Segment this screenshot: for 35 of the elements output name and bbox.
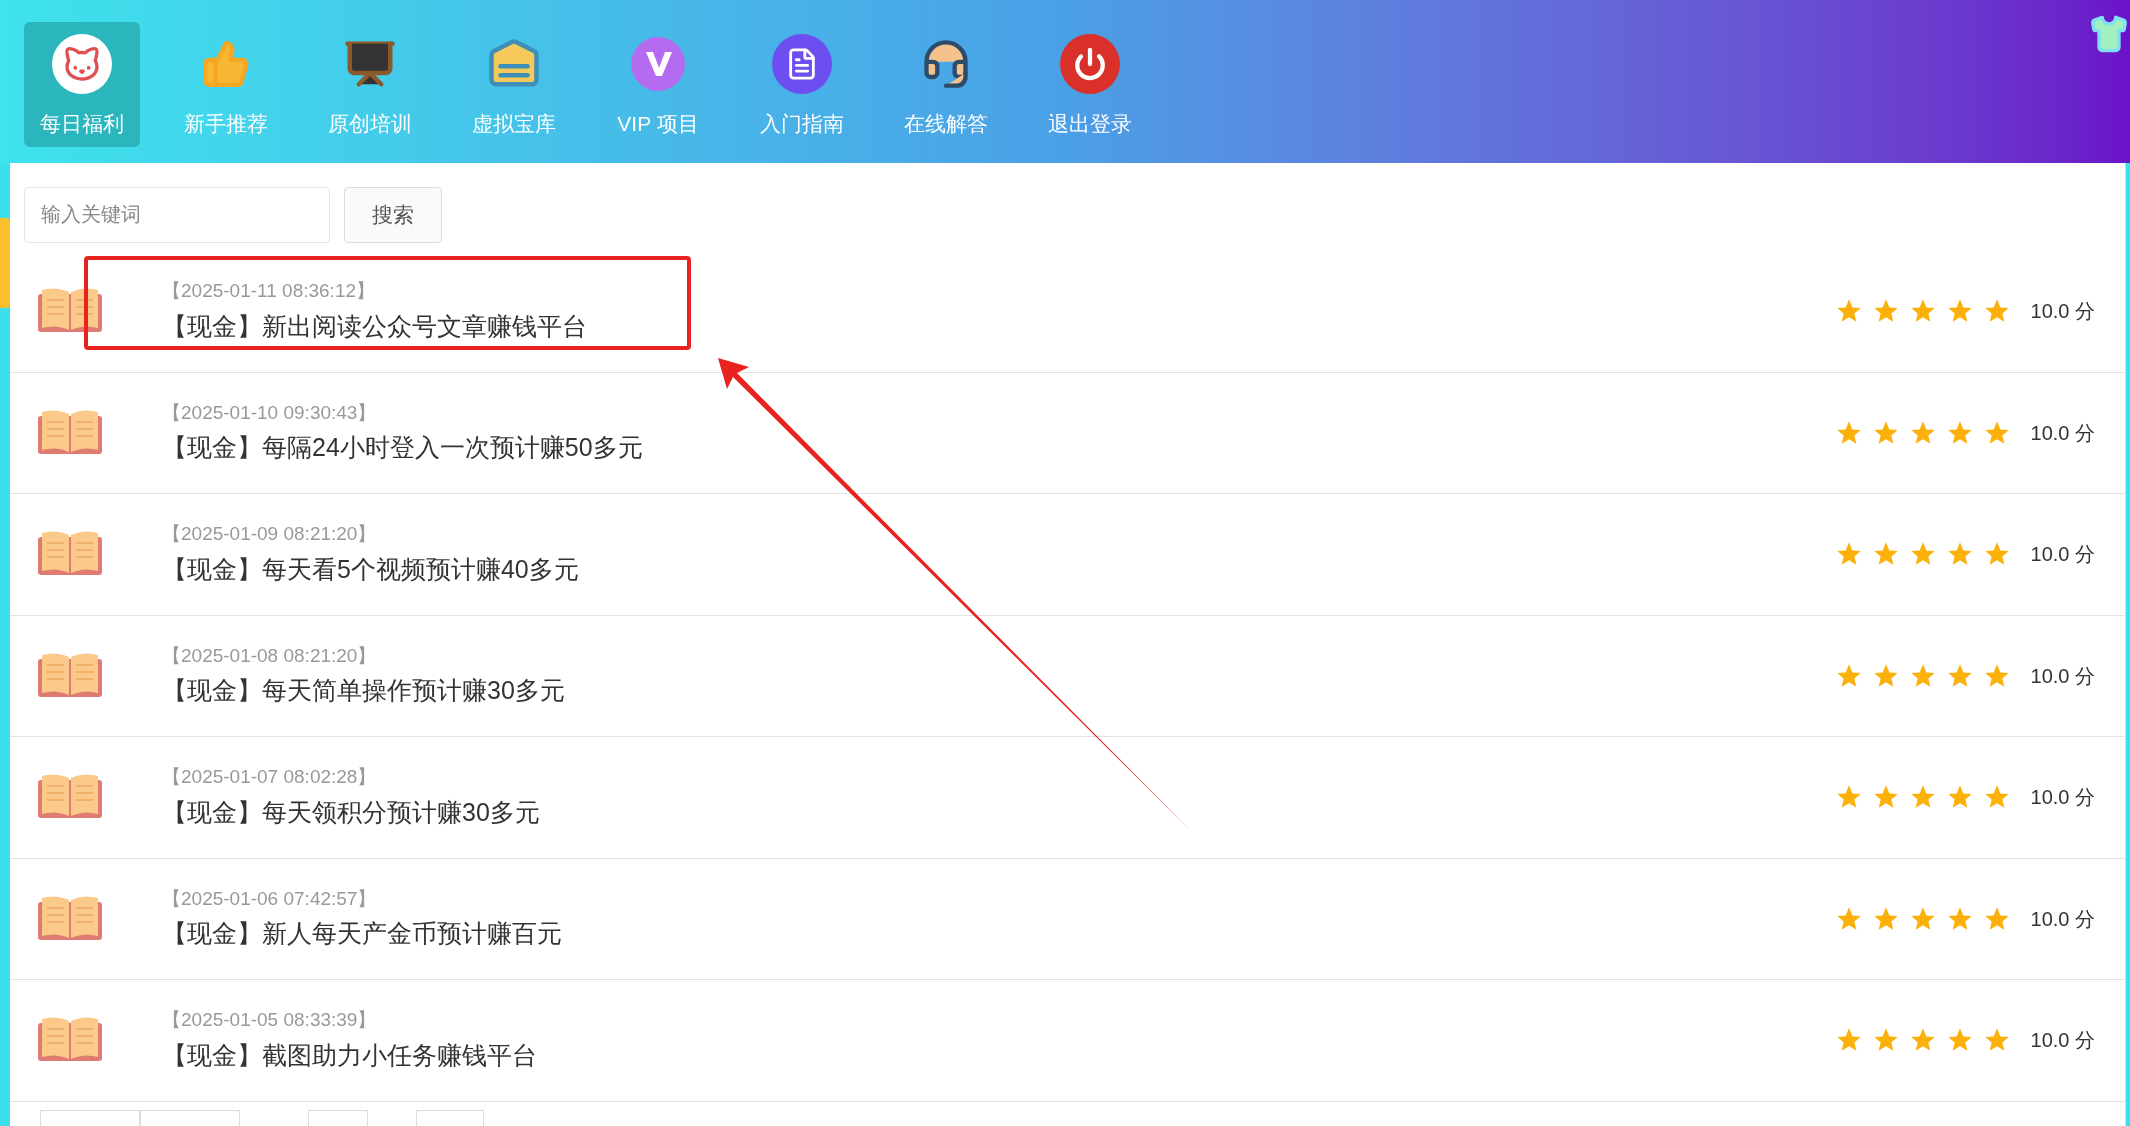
post-title[interactable]: 【现金】新出阅读公众号文章赚钱平台 bbox=[162, 307, 1835, 346]
post-title[interactable]: 【现金】新人每天产金币预计赚百元 bbox=[162, 915, 1835, 953]
score-text: 10.0 分 bbox=[2030, 299, 2095, 325]
score-text: 10.0 分 bbox=[2030, 906, 2095, 932]
post-date: 【2025-01-10 09:30:43】 bbox=[162, 400, 378, 425]
post-title[interactable]: 【现金】每天看5个视频预计赚40多元 bbox=[162, 550, 1835, 589]
post-date: 【2025-01-08 08:21:20】 bbox=[162, 643, 378, 668]
list-row[interactable]: 【2025-01-06 07:42:57】 【现金】新人每天产金币预计赚百元 10.0 分 bbox=[10, 858, 2125, 980]
document-icon bbox=[772, 34, 832, 94]
post-title[interactable]: 【现金】每天简单操作预计赚30多元 bbox=[162, 672, 1835, 710]
list-row[interactable]: 【2025-01-09 08:21:20】 【现金】每天看5个视频预计赚40多元 10.0 分 bbox=[10, 494, 2125, 616]
cat-icon bbox=[52, 34, 112, 94]
search-button[interactable]: 搜索 bbox=[344, 186, 442, 243]
post-title[interactable]: 【现金】每隔24小时登入一次预计赚50多元 bbox=[162, 429, 1835, 467]
score-text: 10.0 分 bbox=[2030, 542, 2095, 568]
search-field[interactable]: 输入关键词 bbox=[24, 186, 330, 243]
side-tab[interactable] bbox=[0, 218, 10, 308]
list-row[interactable]: 【2025-01-11 08:36:12】 【现金】新出阅读公众号文章赚钱平台 10.0 分 bbox=[10, 251, 2125, 373]
post-title[interactable]: 【现金】每天领积分预计赚30多元 bbox=[162, 793, 1835, 832]
v-badge-icon bbox=[628, 34, 688, 94]
score-text: 10.0 分 bbox=[2030, 420, 2095, 446]
score-text: 10.0 分 bbox=[2030, 663, 2095, 689]
post-title[interactable]: 【现金】截图助力小任务赚钱平台 bbox=[162, 1036, 1835, 1075]
score-text: 10.0 分 bbox=[2030, 785, 2095, 811]
post-date: 【2025-01-11 08:36:12】 bbox=[162, 279, 377, 304]
list-row[interactable]: 【2025-01-08 08:21:20】 【现金】每天简单操作预计赚30多元 10.0 分 bbox=[10, 615, 2125, 737]
power-icon bbox=[1060, 34, 1120, 94]
post-date: 【2025-01-07 08:02:28】 bbox=[162, 765, 378, 790]
score-text: 10.0 分 bbox=[2030, 1028, 2095, 1054]
list-row[interactable]: 【2025-01-05 08:33:39】 【现金】截图助力小任务赚钱平台 10.0 分 bbox=[10, 980, 2125, 1102]
post-date: 【2025-01-06 07:42:57】 bbox=[162, 886, 378, 911]
shirt-icon[interactable] bbox=[2088, 14, 2130, 54]
post-date: 【2025-01-05 08:33:39】 bbox=[162, 1008, 378, 1033]
post-date: 【2025-01-09 08:21:20】 bbox=[162, 522, 378, 547]
list-row[interactable]: 【2025-01-07 08:02:28】 【现金】每天领积分预计赚30多元 10.0 分 bbox=[10, 737, 2125, 859]
